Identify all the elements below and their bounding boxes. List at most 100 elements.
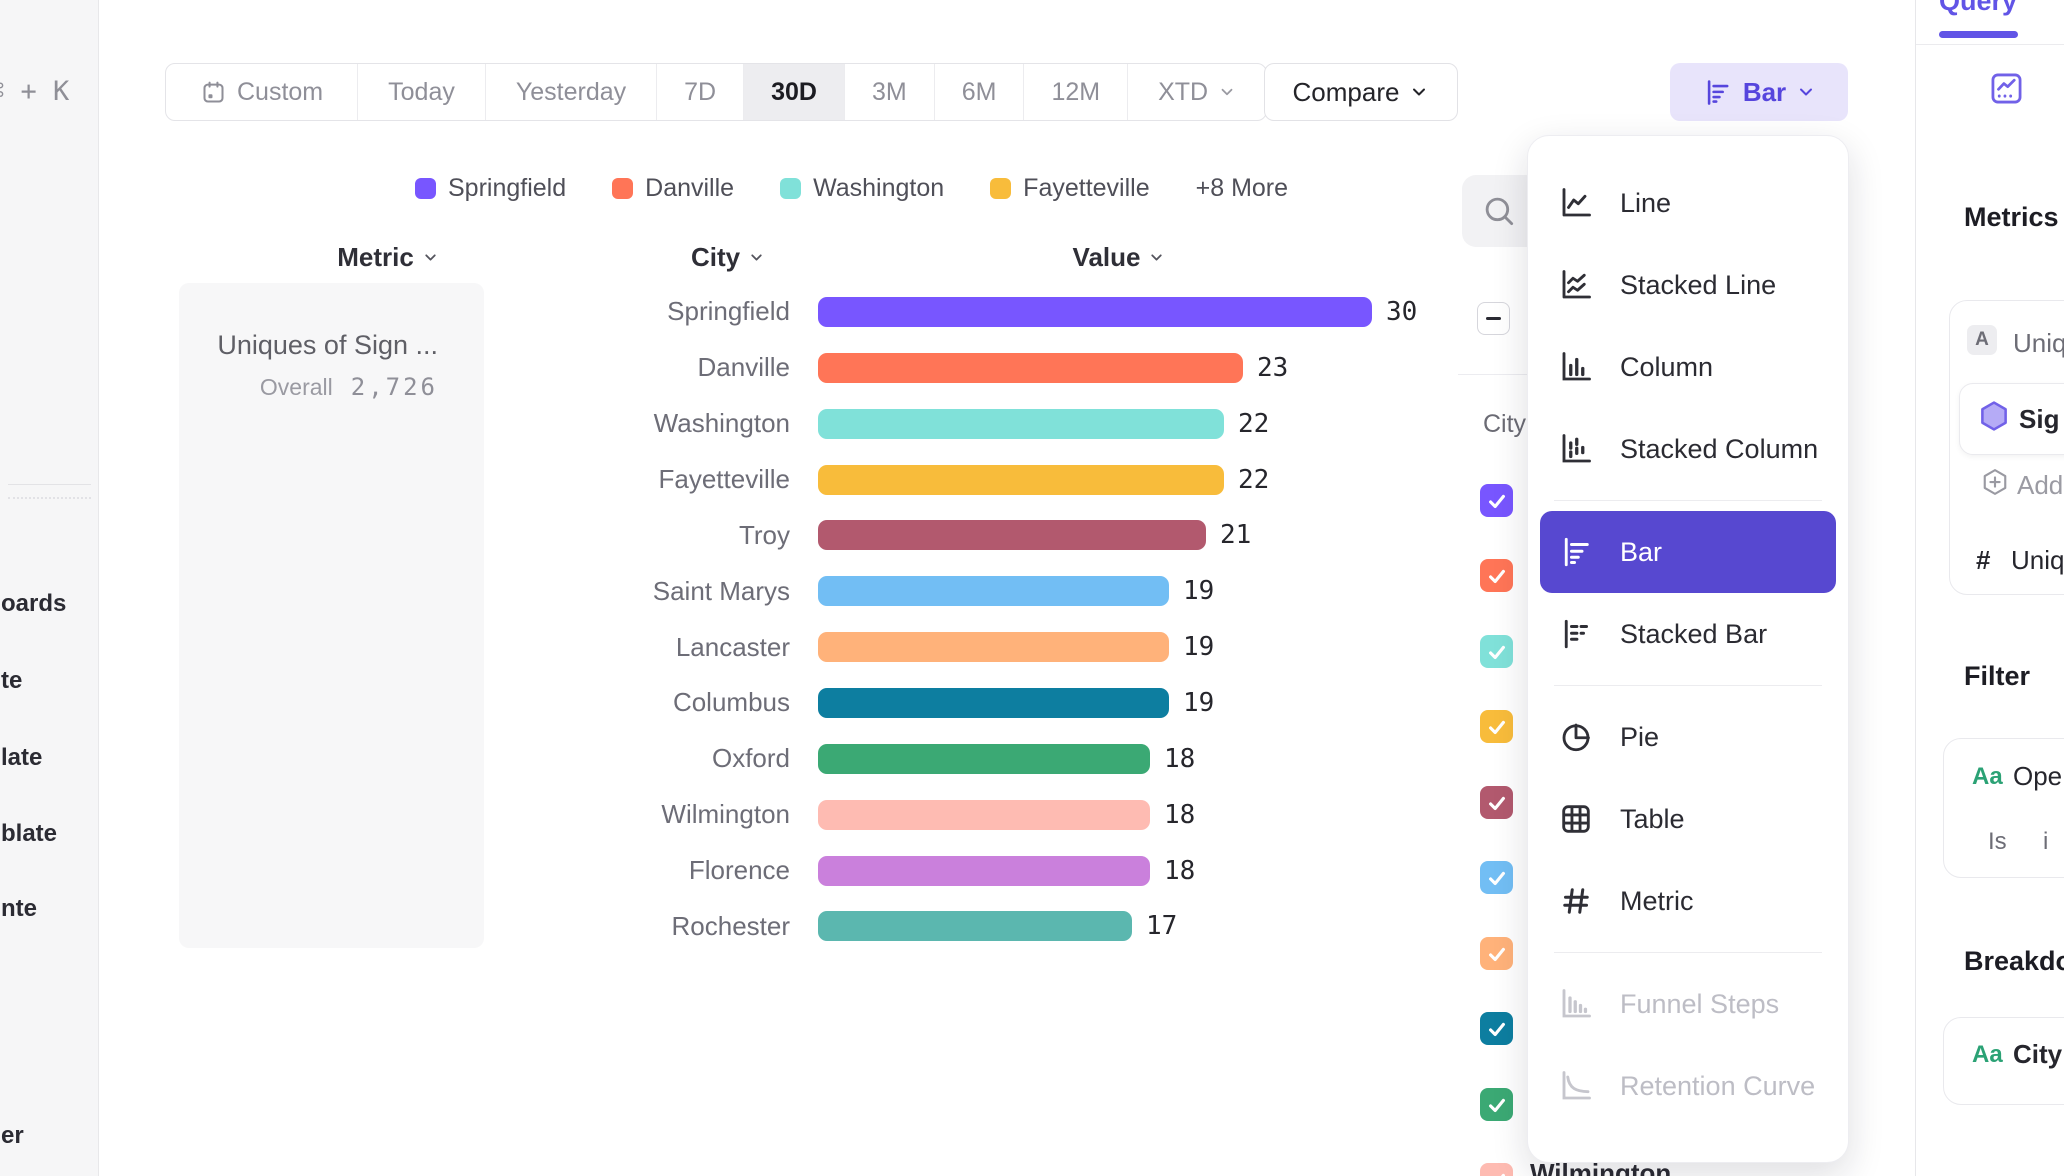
breakdown-heading: Breakdo <box>1964 946 2064 977</box>
bar[interactable] <box>818 576 1169 606</box>
indeterminate-mark <box>1486 317 1501 320</box>
chevron-down-icon <box>1409 82 1429 102</box>
column-header-city[interactable]: City <box>688 242 768 273</box>
date-range-3m[interactable]: 3M <box>845 64 935 120</box>
check-icon <box>1486 867 1508 889</box>
legend-item[interactable]: Danville <box>612 174 734 203</box>
menu-item-stacked-bar[interactable]: Stacked Bar <box>1528 593 1848 675</box>
insights-report-page: ⌘ + K oards te late blate nte er Custom … <box>0 0 2064 1176</box>
add-event-hexagon-icon[interactable] <box>1980 467 2010 497</box>
city-checkbox[interactable] <box>1480 861 1513 894</box>
hash-icon <box>1558 883 1594 919</box>
bar-category-label: Columbus <box>420 687 790 718</box>
city-checkbox[interactable] <box>1480 559 1513 592</box>
menu-item-pie[interactable]: Pie <box>1528 696 1848 778</box>
city-checkbox[interactable] <box>1480 710 1513 743</box>
legend-label: Springfield <box>448 174 566 203</box>
bar[interactable] <box>818 520 1206 550</box>
nav-item-fragment[interactable]: te <box>1 667 22 695</box>
metric-name[interactable]: Uniq <box>2013 328 2064 359</box>
insights-chart-icon[interactable] <box>1988 70 2025 112</box>
nav-item-fragment[interactable]: blate <box>1 820 57 848</box>
column-header-metric[interactable]: Metric <box>333 242 443 273</box>
menu-separator <box>1554 500 1822 501</box>
legend-item[interactable]: Fayetteville <box>990 174 1149 203</box>
bar-value-label: 17 <box>1146 911 1177 941</box>
date-range-6m[interactable]: 6M <box>935 64 1025 120</box>
legend-label: Fayetteville <box>1023 174 1149 203</box>
bar[interactable] <box>818 856 1150 886</box>
date-range-xtd[interactable]: XTD <box>1128 64 1266 120</box>
city-checkbox[interactable] <box>1480 635 1513 668</box>
column-header-value[interactable]: Value <box>1069 242 1169 273</box>
filter-property[interactable]: Ope <box>2013 761 2062 792</box>
date-range-yesterday[interactable]: Yesterday <box>486 64 657 120</box>
legend-more-button[interactable]: +8 More <box>1196 174 1288 203</box>
city-checkbox[interactable] <box>1480 1088 1513 1121</box>
legend-item[interactable]: Washington <box>780 174 944 203</box>
bar[interactable] <box>818 911 1132 941</box>
menu-item-line[interactable]: Line <box>1528 162 1848 244</box>
nav-item-fragment[interactable]: late <box>1 744 42 772</box>
city-checkbox[interactable] <box>1480 1012 1513 1045</box>
metric-letter-chip: A <box>1967 325 1997 355</box>
city-checkbox[interactable] <box>1480 1163 1513 1176</box>
nav-item-fragment[interactable]: nte <box>1 895 37 923</box>
nav-item-fragment[interactable]: oards <box>1 590 66 618</box>
bar-value-label: 19 <box>1183 688 1214 718</box>
measurement-property[interactable]: Uniqu <box>2011 545 2064 576</box>
chart-row: Florence 18 <box>420 843 1460 899</box>
tab-active-indicator <box>1939 31 2018 38</box>
city-filter-header: City <box>1483 410 1526 439</box>
date-range-7d[interactable]: 7D <box>657 64 744 120</box>
date-range-label: Custom <box>237 78 323 107</box>
breakdown-property[interactable]: City <box>2013 1039 2062 1070</box>
chart-row: Lancaster 19 <box>420 619 1460 675</box>
date-range-30d[interactable]: 30D <box>744 64 845 120</box>
city-checkbox[interactable] <box>1480 484 1513 517</box>
legend-item[interactable]: Springfield <box>415 174 566 203</box>
city-checkbox[interactable] <box>1480 937 1513 970</box>
chart-type-button[interactable]: Bar <box>1670 63 1848 121</box>
event-name[interactable]: Sig <box>2019 404 2059 435</box>
query-sidebar: Query Metrics A Uniq Sig Add # Uniqu Fil… <box>1915 0 2064 1176</box>
bar[interactable] <box>818 744 1150 774</box>
date-range-today[interactable]: Today <box>358 64 486 120</box>
chart-row: Washington 22 <box>420 396 1460 452</box>
tab-query[interactable]: Query <box>1939 0 2017 17</box>
bar[interactable] <box>818 800 1150 830</box>
menu-item-metric[interactable]: Metric <box>1528 860 1848 942</box>
chevron-down-icon <box>748 249 765 266</box>
bar[interactable] <box>818 688 1169 718</box>
bar[interactable] <box>818 465 1224 495</box>
city-checkbox[interactable] <box>1480 786 1513 819</box>
filter-card[interactable] <box>1943 738 2064 878</box>
bar[interactable] <box>818 353 1243 383</box>
date-range-label: 12M <box>1051 78 1100 107</box>
date-range-label: 3M <box>872 78 907 107</box>
chart-row: Oxford 18 <box>420 731 1460 787</box>
date-range-custom[interactable]: Custom <box>166 64 358 120</box>
calendar-icon <box>200 79 227 106</box>
menu-item-column[interactable]: Column <box>1528 326 1848 408</box>
bar-value-label: 18 <box>1164 856 1195 886</box>
bar[interactable] <box>818 632 1169 662</box>
compare-button[interactable]: Compare <box>1264 63 1458 121</box>
select-all-checkbox[interactable] <box>1477 302 1510 335</box>
bar[interactable] <box>818 409 1224 439</box>
menu-item-retention-curve: Retention Curve <box>1528 1045 1848 1127</box>
nav-item-fragment[interactable]: er <box>1 1122 24 1150</box>
bar-category-label: Oxford <box>420 743 790 774</box>
menu-item-stacked-column[interactable]: Stacked Column <box>1528 408 1848 490</box>
legend-label: Washington <box>813 174 944 203</box>
add-event-label[interactable]: Add <box>2017 470 2063 501</box>
bar[interactable] <box>818 297 1372 327</box>
filter-operator[interactable]: Is <box>1988 828 2007 856</box>
filter-value[interactable]: i <box>2043 828 2048 856</box>
menu-item-bar[interactable]: Bar <box>1540 511 1836 593</box>
chart-legend: Springfield Danville Washington Fayettev… <box>415 174 1288 203</box>
menu-item-stacked-line[interactable]: Stacked Line <box>1528 244 1848 326</box>
legend-label: Danville <box>645 174 734 203</box>
menu-item-table[interactable]: Table <box>1528 778 1848 860</box>
date-range-12m[interactable]: 12M <box>1024 64 1128 120</box>
